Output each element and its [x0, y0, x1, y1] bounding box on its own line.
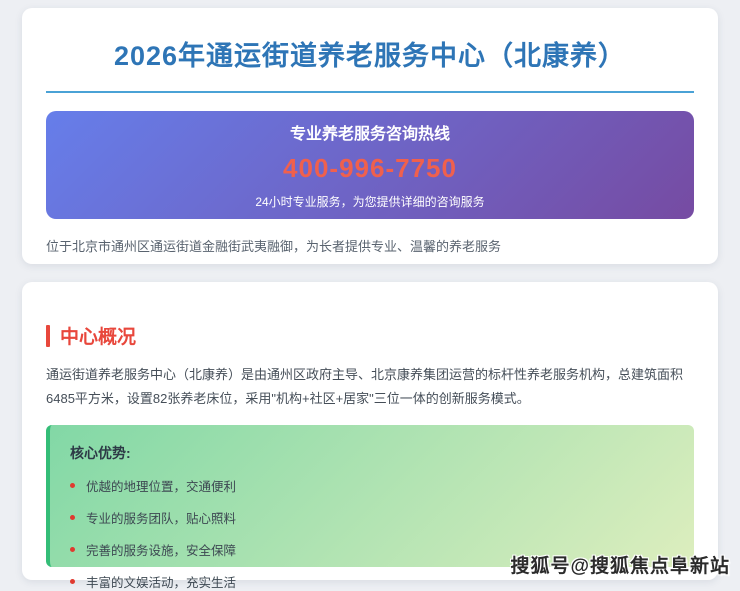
bullet-dot-icon — [70, 547, 75, 552]
section-heading: 中心概况 — [46, 322, 694, 349]
advantage-text: 完善的服务设施，安全保障 — [86, 540, 236, 559]
list-item: 优越的地理位置，交通便利 — [70, 476, 674, 495]
section-heading-text: 中心概况 — [60, 322, 136, 349]
section-accent-bar — [46, 325, 50, 347]
list-item: 专业的服务团队，贴心照料 — [70, 508, 674, 527]
advantage-text: 专业的服务团队，贴心照料 — [86, 508, 236, 527]
bullet-dot-icon — [70, 579, 75, 584]
advantage-text: 丰富的文娱活动，充实生活 — [86, 572, 236, 591]
advantages-title: 核心优势: — [70, 443, 674, 463]
header-card: 2026年通运街道养老服务中心（北康养） 专业养老服务咨询热线 400-996-… — [22, 8, 718, 264]
hotline-heading: 专业养老服务咨询热线 — [290, 120, 450, 144]
sohu-watermark: 搜狐号@搜狐焦点阜新站 — [510, 551, 730, 578]
hotline-banner: 专业养老服务咨询热线 400-996-7750 24小时专业服务，为您提供详细的… — [46, 111, 694, 219]
bullet-dot-icon — [70, 483, 75, 488]
overview-card: 中心概况 通运街道养老服务中心（北康养）是由通州区政府主导、北京康养集团运营的标… — [22, 282, 718, 580]
title-divider — [46, 91, 694, 93]
page-title: 2026年通运街道养老服务中心（北康养） — [46, 34, 694, 73]
location-text: 位于北京市通州区通运街道金融街武夷融御，为长者提供专业、温馨的养老服务 — [46, 236, 694, 255]
bullet-dot-icon — [70, 515, 75, 520]
hotline-subtext: 24小时专业服务，为您提供详细的咨询服务 — [255, 193, 484, 210]
overview-paragraph: 通运街道养老服务中心（北康养）是由通州区政府主导、北京康养集团运营的标杆性养老服… — [46, 363, 694, 411]
advantages-box: 核心优势: 优越的地理位置，交通便利 专业的服务团队，贴心照料 完善的服务设施，… — [46, 425, 694, 567]
hotline-phone-number: 400-996-7750 — [283, 153, 457, 184]
advantage-text: 优越的地理位置，交通便利 — [86, 476, 236, 495]
page: 2026年通运街道养老服务中心（北康养） 专业养老服务咨询热线 400-996-… — [0, 0, 740, 584]
